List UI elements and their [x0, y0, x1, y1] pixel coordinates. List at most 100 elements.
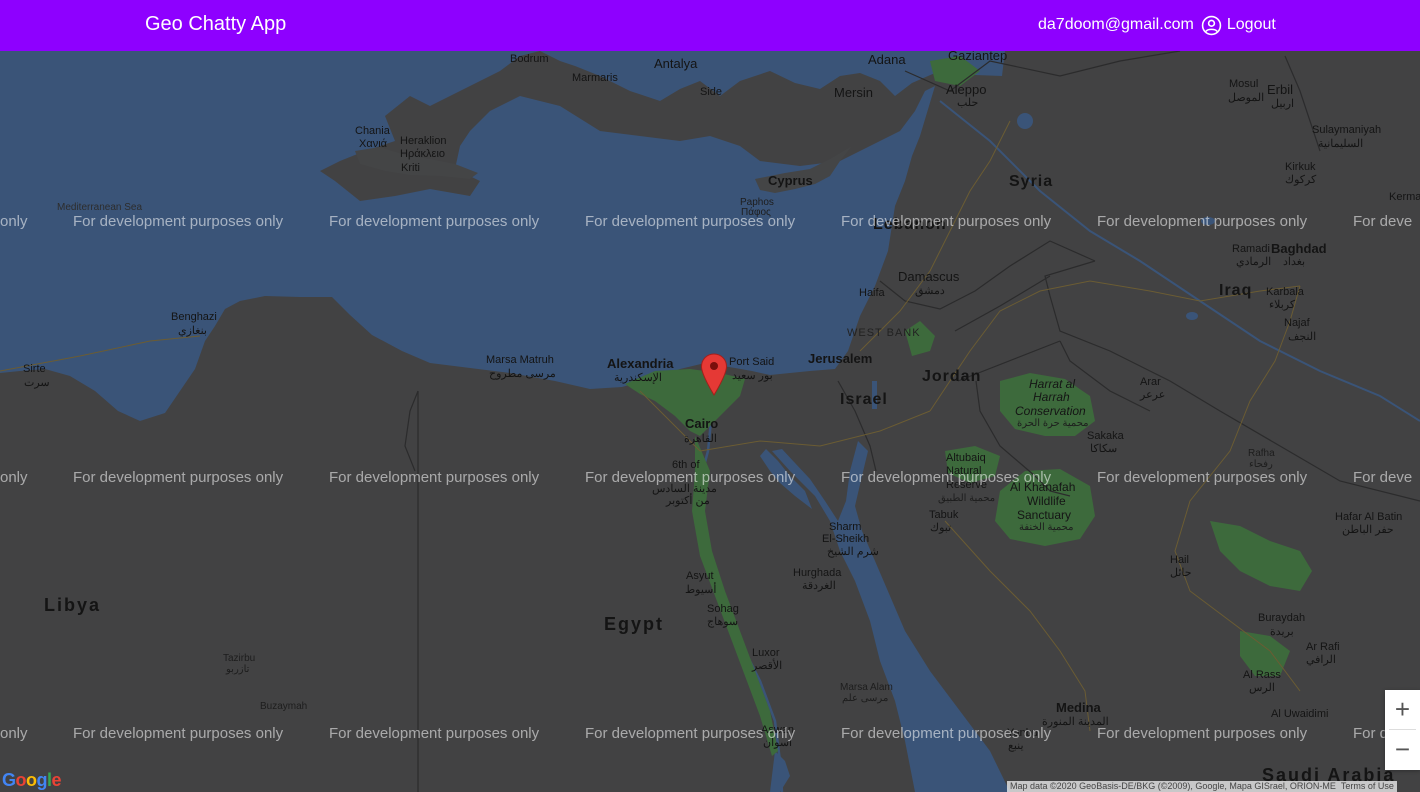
label-mediterranean-sea: Mediterranean Sea: [57, 202, 143, 213]
park-label: محمية حرة الحرة: [1017, 418, 1089, 429]
dev-watermark: For development purposes only: [73, 213, 284, 230]
city-label: Chania: [355, 125, 390, 137]
city-label: سوهاج: [707, 616, 739, 628]
label-egypt: Egypt: [604, 614, 665, 634]
park-label: Wildlife: [1027, 494, 1066, 508]
label-iraq: Iraq: [1219, 282, 1253, 299]
app-title[interactable]: Geo Chatty App: [145, 13, 286, 36]
city-label: محمية الطبيق: [938, 493, 996, 504]
dev-watermark: For development purposes only: [585, 213, 796, 230]
city-label: النجف: [1288, 331, 1317, 343]
user-email: da7doom@gmail.com: [1038, 16, 1194, 33]
city-label: الرافي: [1306, 654, 1336, 666]
city-label: حلب: [957, 97, 979, 109]
city-label: Cairo: [685, 416, 719, 431]
dev-watermark: For development purposes only: [585, 725, 796, 742]
city-label: Antalya: [654, 56, 698, 71]
dev-watermark: For development purposes only: [1097, 469, 1308, 486]
dev-watermark: only: [0, 213, 28, 230]
dev-watermark: For deve: [1353, 213, 1413, 230]
city-label: Benghazi: [171, 311, 217, 323]
dev-watermark: only: [0, 469, 28, 486]
city-label: شرم الشيخ: [827, 546, 879, 558]
city-label: مرسى مطروح: [489, 368, 556, 380]
zoom-in-button[interactable]: +: [1385, 690, 1420, 729]
terms-link[interactable]: Terms of Use: [1341, 781, 1394, 792]
dev-watermark: only: [0, 725, 28, 742]
city-label: Tabuk: [929, 509, 959, 521]
zoom-controls: + −: [1385, 690, 1420, 770]
city-label: Ramadi: [1232, 243, 1270, 255]
city-label: El-Sheikh: [822, 533, 870, 545]
city-label: Sulaymaniyah: [1312, 124, 1382, 136]
park-label: Conservation: [1015, 404, 1086, 418]
city-label: من أكتوبر: [666, 495, 710, 507]
city-label: السليمانية: [1318, 138, 1364, 150]
attribution-text: Map data ©2020 GeoBasis-DE/BKG (©2009), …: [1010, 781, 1336, 791]
city-label: Jerusalem: [808, 351, 873, 366]
city-label: الغردقة: [802, 580, 836, 592]
logout-button[interactable]: Logout: [1201, 15, 1276, 36]
city-label: Hail: [1170, 554, 1189, 566]
city-label: كركوك: [1285, 174, 1317, 186]
label-israel: Israel: [840, 391, 888, 408]
city-label: Altubaiq: [946, 452, 986, 464]
label-syria: Syria: [1009, 173, 1054, 190]
city-label: Gaziantep: [948, 51, 1008, 63]
dev-watermark: For development purposes only: [73, 725, 284, 742]
city-label: بور سعيد: [732, 370, 773, 382]
dev-watermark: For development purposes only: [841, 725, 1052, 742]
city-label: Buzaymah: [260, 701, 308, 712]
city-label: Sirte: [23, 363, 46, 375]
city-label: Hurghada: [793, 567, 842, 579]
dev-watermark: For development purposes only: [329, 213, 540, 230]
app-header: Geo Chatty App da7doom@gmail.com Logout: [0, 0, 1420, 51]
city-label: Adana: [868, 52, 906, 67]
map-marker-icon[interactable]: [700, 353, 728, 397]
city-label: تازربو: [226, 664, 250, 675]
city-label: أسيوط: [685, 584, 717, 596]
city-label: Haifa: [859, 287, 885, 299]
city-label: Port Said: [729, 356, 775, 368]
city-label: Marmaris: [572, 72, 618, 84]
city-label: Ar Rafi: [1306, 641, 1340, 653]
city-label: Ηράκλειο: [400, 148, 446, 160]
city-label: Medina: [1056, 700, 1101, 715]
label-libya: Libya: [44, 595, 102, 615]
city-label: Bodrum: [510, 53, 549, 65]
city-label: Sharm: [829, 521, 862, 533]
city-label: Hafar Al Batin: [1335, 511, 1403, 523]
map-canvas[interactable]: Libya Egypt Syria Iraq Jordan Israel Leb…: [0, 51, 1420, 792]
city-label: Rafha: [1248, 448, 1275, 459]
city-label: Al Uwaidimi: [1271, 708, 1329, 720]
city-label: Buraydah: [1258, 612, 1306, 624]
logout-label: Logout: [1226, 16, 1276, 33]
park-label: Sanctuary: [1017, 508, 1072, 522]
dev-watermark: For development purposes only: [329, 725, 540, 742]
label-jordan: Jordan: [922, 368, 982, 385]
city-label: Marsa Matruh: [486, 354, 554, 366]
park-label: Harrah: [1033, 390, 1070, 404]
city-label: Damascus: [898, 269, 960, 284]
dev-watermark: For development purposes only: [841, 469, 1052, 486]
city-label: Side: [700, 86, 723, 98]
google-logo[interactable]: Google: [2, 770, 62, 791]
city-label: دمشق: [915, 285, 945, 297]
dev-watermark: For development purposes only: [1097, 725, 1308, 742]
city-label: Aleppo: [946, 82, 987, 97]
city-label: Tazirbu: [223, 653, 256, 664]
city-label: القاهرة: [684, 433, 717, 445]
label-west-bank: WEST BANK: [847, 327, 921, 339]
city-label: بريدة: [1270, 626, 1294, 638]
map-attribution: Map data ©2020 GeoBasis-DE/BKG (©2009), …: [1007, 781, 1397, 792]
city-label: سكاكا: [1090, 443, 1118, 455]
city-label: Mersin: [834, 85, 874, 100]
dev-watermark: For development purposes only: [73, 469, 284, 486]
city-label: عرعر: [1140, 389, 1166, 401]
city-label: مرسى علم: [842, 693, 889, 704]
city-label: Arar: [1140, 376, 1161, 388]
city-label: Χανιά: [359, 138, 387, 150]
zoom-out-button[interactable]: −: [1385, 730, 1420, 769]
city-label: Sohag: [707, 603, 739, 615]
park-label: محمية الخنفة: [1019, 522, 1074, 533]
